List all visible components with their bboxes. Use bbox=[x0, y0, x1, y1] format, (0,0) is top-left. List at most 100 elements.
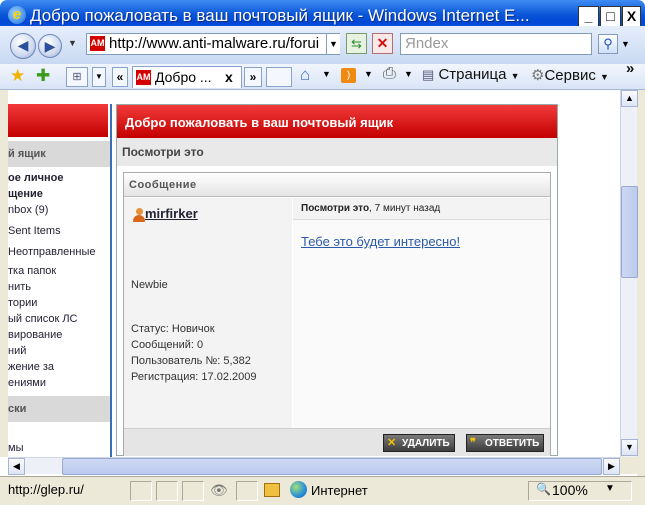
reply-button[interactable]: ❞ ОТВЕТИТЬ bbox=[466, 434, 545, 452]
address-dropdown-icon[interactable]: ▼ bbox=[326, 34, 340, 54]
feed-dropdown-icon[interactable]: ▼ bbox=[364, 69, 373, 79]
zoom-icon: 🔍 bbox=[536, 482, 551, 496]
scroll-down-button[interactable]: ▼ bbox=[621, 439, 638, 456]
search-input[interactable]: Яndex bbox=[400, 33, 592, 55]
sidebar-item-save[interactable]: нить bbox=[8, 279, 31, 295]
page-menu-label: Страница bbox=[438, 66, 507, 83]
sidebar-item-pm-list[interactable]: ый список ЛС bbox=[8, 311, 77, 327]
minimize-button[interactable]: _ bbox=[578, 6, 599, 27]
address-input[interactable]: AM http://www.anti-malware.ru/forui bbox=[86, 33, 340, 55]
delete-button[interactable]: ✕ УДАЛИТЬ bbox=[383, 434, 455, 452]
popup-blocker-icon[interactable] bbox=[264, 483, 280, 497]
horizontal-scrollbar[interactable]: ◀ ▶ bbox=[8, 457, 620, 475]
home-icon[interactable]: ⌂ bbox=[300, 65, 310, 85]
sidebar-header-lists: ски bbox=[8, 396, 112, 422]
print-icon[interactable]: ⎙ bbox=[383, 65, 396, 83]
rss-feed-icon[interactable]: ) bbox=[341, 68, 356, 83]
status-cell-3 bbox=[182, 481, 204, 501]
quick-tabs-icon[interactable]: ⊞ bbox=[66, 67, 88, 87]
scroll-tabs-left-button[interactable]: « bbox=[112, 67, 128, 87]
add-favorites-icon[interactable]: ✚ bbox=[36, 66, 50, 86]
author-info: mirfirker Newbie Статус: Новичок Сообщен… bbox=[124, 198, 292, 428]
privacy-icon[interactable]: 👁 bbox=[210, 482, 228, 499]
sidebar-item-compose[interactable]: ое личное bbox=[8, 170, 64, 186]
message-box-title: Сообщение bbox=[124, 173, 550, 197]
security-zone-label: Интернет bbox=[311, 483, 368, 498]
author-post-count: Сообщений: 0 bbox=[131, 339, 204, 351]
scroll-corner bbox=[620, 457, 637, 474]
sidebar-item-archive[interactable]: вирование bbox=[8, 327, 62, 343]
message-meta: Посмотри это, 7 минут назад bbox=[301, 203, 440, 214]
back-button[interactable]: ◀ bbox=[10, 33, 36, 59]
scroll-left-button[interactable]: ◀ bbox=[8, 458, 25, 475]
maximize-button[interactable]: □ bbox=[600, 6, 621, 27]
zoom-level[interactable]: 100% bbox=[552, 482, 588, 498]
new-tab-button[interactable] bbox=[266, 67, 292, 87]
page-menu-button[interactable]: ▤ Страница ▼ bbox=[422, 66, 520, 83]
status-bar: http://glep.ru/ 👁 Интернет 🔍 100% ▼ bbox=[0, 476, 645, 505]
tab-list-dropdown-icon[interactable]: ▼ bbox=[92, 67, 106, 87]
sidebar-item-tracking-2[interactable]: ениями bbox=[8, 375, 46, 391]
message-link[interactable]: Тебе это будет интересно! bbox=[301, 234, 460, 249]
window-title: Добро пожаловать в ваш почтовый ящик - W… bbox=[30, 6, 530, 25]
delete-label: УДАЛИТЬ bbox=[402, 438, 450, 449]
more-commands-button[interactable]: » bbox=[626, 60, 634, 77]
author-user-number: Пользователь №: 5,382 bbox=[131, 355, 251, 367]
reply-label: ОТВЕТИТЬ bbox=[485, 438, 540, 449]
user-icon bbox=[133, 208, 145, 222]
site-favicon: AM bbox=[90, 36, 105, 51]
stop-icon[interactable]: ✕ bbox=[372, 33, 393, 54]
sidebar-item-history[interactable]: тории bbox=[8, 295, 37, 311]
sidebar-item-unsent[interactable]: Неотправленные bbox=[8, 244, 95, 260]
page-icon: ▤ bbox=[422, 67, 435, 82]
forward-arrow-icon: ▶ bbox=[44, 38, 56, 54]
status-cell-1 bbox=[130, 481, 152, 501]
tools-dropdown-icon: ▼ bbox=[600, 72, 609, 82]
scroll-tabs-right-button[interactable]: » bbox=[244, 67, 262, 87]
status-cell-2 bbox=[156, 481, 178, 501]
left-sidebar: й ящик ое личное щение nbox (9) Sent Ite… bbox=[8, 104, 112, 457]
forward-button[interactable]: ▶ bbox=[38, 34, 62, 58]
print-dropdown-icon[interactable]: ▼ bbox=[404, 69, 413, 79]
sidebar-item-compose-2[interactable]: щение bbox=[8, 186, 43, 202]
message-body: Посмотри это, 7 минут назад Тебе это буд… bbox=[293, 198, 550, 428]
sidebar-item-sent[interactable]: Sent Items bbox=[8, 223, 61, 239]
home-dropdown-icon[interactable]: ▼ bbox=[322, 69, 331, 79]
vertical-scrollbar[interactable]: ▲ ▼ bbox=[620, 90, 638, 457]
window-right-border bbox=[637, 90, 645, 476]
history-dropdown-icon[interactable]: ▼ bbox=[68, 38, 77, 48]
panel-title: Добро пожаловать в ваш почтовый ящик bbox=[117, 105, 557, 138]
horizontal-scroll-thumb[interactable] bbox=[62, 458, 602, 475]
tools-menu-label: Сервис bbox=[544, 67, 596, 84]
message-subject: Посмотри это bbox=[301, 203, 370, 214]
sidebar-item-inbox[interactable]: nbox (9) bbox=[8, 202, 48, 218]
status-url: http://glep.ru/ bbox=[8, 482, 84, 497]
sidebar-item-folders[interactable]: тка папок bbox=[8, 263, 56, 279]
gear-icon: ⚙ bbox=[531, 67, 545, 84]
zoom-dropdown-icon[interactable]: ▼ bbox=[605, 483, 615, 494]
author-name-link[interactable]: mirfirker bbox=[145, 206, 198, 221]
refresh-icon[interactable]: ⇆ bbox=[346, 33, 367, 54]
vertical-scroll-thumb[interactable] bbox=[621, 186, 638, 278]
author-rank: Newbie bbox=[131, 279, 168, 291]
close-window-button[interactable]: X bbox=[622, 6, 641, 27]
sidebar-item-archive-2[interactable]: ний bbox=[8, 343, 26, 359]
scroll-up-button[interactable]: ▲ bbox=[621, 90, 638, 107]
scroll-right-button[interactable]: ▶ bbox=[603, 458, 620, 475]
tools-menu-button[interactable]: ⚙Сервис ▼ bbox=[531, 66, 609, 84]
back-arrow-icon: ◀ bbox=[17, 37, 29, 53]
sidebar-header-mailbox: й ящик bbox=[8, 141, 112, 167]
message-box: Сообщение mirfirker Newbie Статус: Нович… bbox=[123, 172, 551, 456]
status-cell-4 bbox=[236, 481, 258, 501]
tab-label: Добро ... bbox=[155, 69, 212, 85]
favorites-star-icon[interactable]: ★ bbox=[10, 66, 25, 86]
tab-active[interactable]: AM Добро ... x bbox=[132, 66, 242, 88]
message-subject-header: Посмотри это bbox=[117, 138, 557, 166]
tab-favicon: AM bbox=[136, 70, 151, 85]
search-options-icon[interactable]: ▼ bbox=[619, 34, 632, 54]
sidebar-item-forms[interactable]: мы bbox=[8, 440, 23, 456]
sidebar-red-header bbox=[8, 104, 108, 137]
tab-close-icon[interactable]: x bbox=[225, 67, 233, 87]
search-icon[interactable]: ⚲ bbox=[598, 34, 618, 54]
sidebar-item-tracking[interactable]: жение за bbox=[8, 359, 54, 375]
